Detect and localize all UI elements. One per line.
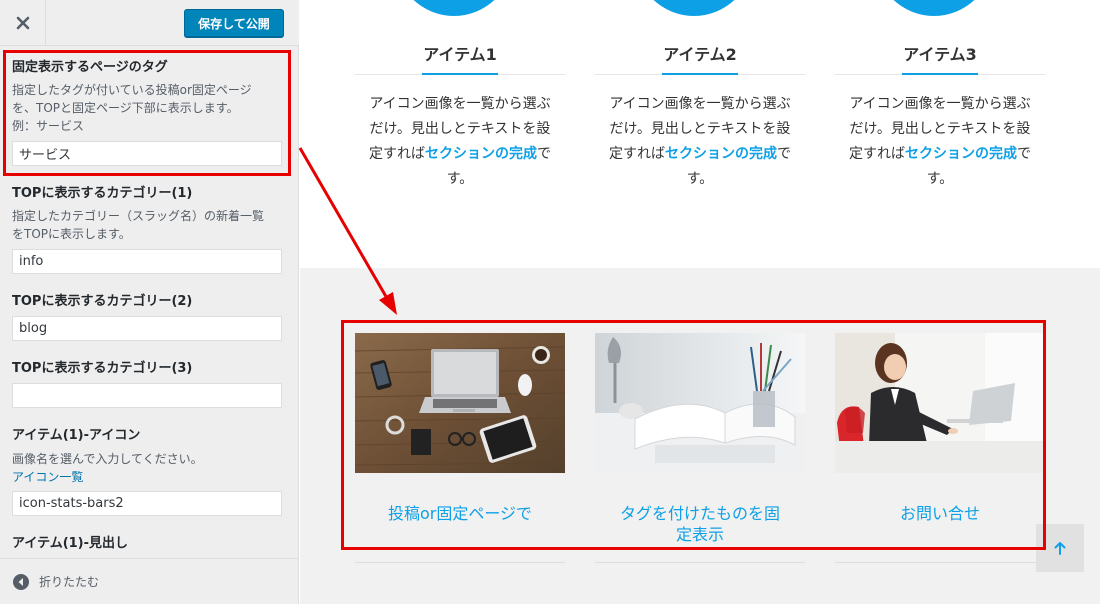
item-icon-circle <box>875 0 993 16</box>
top-category-1-input[interactable]: info <box>12 249 282 274</box>
card-divider <box>595 562 805 563</box>
item-text-highlight: セクションの完成 <box>425 146 537 162</box>
field-title-top-category-2: TOPに表示するカテゴリー(2) <box>12 294 193 309</box>
item-text: アイコン画像を一覧から選ぶ だけ。見出しとテキストを設 定すればセクションの完成… <box>849 96 1031 187</box>
feature-item: アイテム3 アイコン画像を一覧から選ぶ だけ。見出しとテキストを設 定すればセク… <box>835 40 1045 192</box>
item-title-underline <box>835 69 1045 75</box>
field-description: 指定したカテゴリー（スラッグ名）の新着一覧 <box>12 209 265 223</box>
item1-icon-input[interactable]: icon-stats-bars2 <box>12 491 282 516</box>
item-icon-circle <box>635 0 753 16</box>
item-text-highlight: セクションの完成 <box>905 146 1017 162</box>
feature-item: アイテム1 アイコン画像を一覧から選ぶ だけ。見出しとテキストを設 定すればセク… <box>355 40 565 192</box>
item-text-highlight: セクションの完成 <box>665 146 777 162</box>
item-text: アイコン画像を一覧から選ぶ だけ。見出しとテキストを設 定すればセクションの完成… <box>609 96 791 187</box>
item-title: アイテム3 <box>903 45 977 64</box>
collapse-sidebar-button[interactable]: 折りたたむ <box>0 558 299 604</box>
close-button[interactable] <box>0 0 46 46</box>
icon-list-link[interactable]: アイコン一覧 <box>12 468 83 485</box>
item-title-underline <box>355 69 565 75</box>
card-divider <box>835 562 1045 563</box>
field-title-top-category-1: TOPに表示するカテゴリー(1) <box>12 186 193 201</box>
item-title: アイテム2 <box>663 45 737 64</box>
item-title-underline <box>595 69 805 75</box>
top-category-3-input[interactable] <box>12 383 282 408</box>
collapse-label: 折りたたむ <box>39 575 100 589</box>
item-title: アイテム1 <box>423 45 497 64</box>
arrow-up-icon <box>1054 542 1066 555</box>
field-title-top-category-3: TOPに表示するカテゴリー(3) <box>12 361 193 376</box>
item-text: アイコン画像を一覧から選ぶ だけ。見出しとテキストを設 定すればセクションの完成… <box>369 96 551 187</box>
annotation-highlight-sidebar-field <box>3 50 291 176</box>
field-description: をTOPに表示します。 <box>12 227 131 241</box>
item-icon-circle <box>395 0 513 16</box>
field-title-item1-heading: アイテム(1)-見出し <box>12 536 129 551</box>
save-publish-button[interactable]: 保存して公開 <box>184 9 284 37</box>
card-divider <box>355 562 565 563</box>
field-title-item1-icon: アイテム(1)-アイコン <box>12 428 141 443</box>
top-category-2-input[interactable]: blog <box>12 316 282 341</box>
annotation-highlight-fixed-pages <box>341 320 1046 550</box>
sidebar-header: 保存して公開 <box>0 0 299 46</box>
field-description: 画像名を選んで入力してください。 <box>12 452 203 466</box>
close-icon <box>16 16 29 30</box>
arrow-left-circle-icon <box>13 573 29 590</box>
feature-item: アイテム2 アイコン画像を一覧から選ぶ だけ。見出しとテキストを設 定すればセク… <box>595 40 805 192</box>
